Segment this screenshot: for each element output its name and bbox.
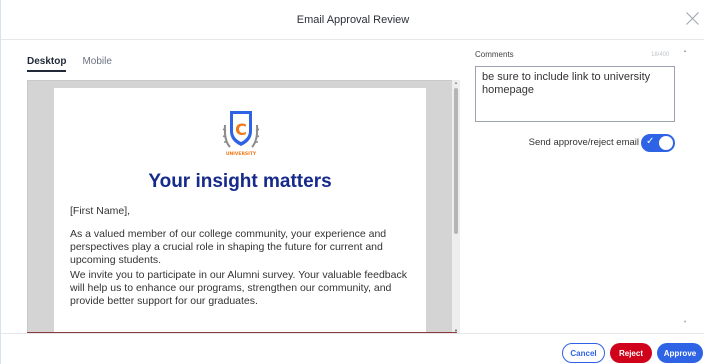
cancel-button[interactable]: Cancel [562,343,605,363]
sidebar-scrollbar[interactable]: ▲ ▼ [682,48,690,324]
comments-input[interactable]: be sure to include link to university ho… [475,66,675,122]
tab-desktop[interactable]: Desktop [27,56,67,72]
send-email-toggle[interactable]: ✓ [641,134,675,152]
logo-text: UNIVERSITY [226,151,257,157]
preview-tabs: Desktop Mobile [27,56,112,72]
toggle-knob [659,136,673,150]
scroll-down-icon[interactable]: ▼ [683,319,687,324]
comments-label: Comments [475,50,514,59]
email-preview: C UNIVERSITY Your insight matters [First… [27,80,457,333]
modal-footer: Cancel Reject Approve [1,333,704,364]
scroll-up-icon[interactable]: ▲ [454,80,458,85]
reject-button[interactable]: Reject [610,343,652,363]
university-logo: C UNIVERSITY [222,111,260,157]
scrollbar-thumb[interactable] [454,88,458,234]
logo-letter: C [235,120,247,139]
scroll-up-icon[interactable]: ▲ [683,48,687,53]
modal-header: Email Approval Review [1,0,704,40]
email-body: C UNIVERSITY Your insight matters [First… [54,88,426,332]
preview-scrollbar[interactable]: ▲ ▼ [452,80,460,333]
close-icon[interactable] [685,11,701,27]
approve-button[interactable]: Approve [657,343,703,363]
email-greeting: [First Name], [70,205,131,217]
email-paragraph-2: We invite you to participate in our Alum… [70,269,407,307]
check-icon: ✓ [646,136,655,147]
modal-title: Email Approval Review [296,13,410,26]
send-email-toggle-label: Send approve/reject email [528,137,639,148]
send-email-toggle-row: Send approve/reject email ✓ [475,134,675,154]
email-paragraph-1: As a valued member of our college commun… [70,228,387,266]
comments-counter: 18/400 [651,52,670,58]
tab-mobile[interactable]: Mobile [82,56,111,72]
email-approval-modal: Email Approval Review Desktop Mobile C U… [0,0,704,364]
email-headline: Your insight matters [148,171,332,192]
